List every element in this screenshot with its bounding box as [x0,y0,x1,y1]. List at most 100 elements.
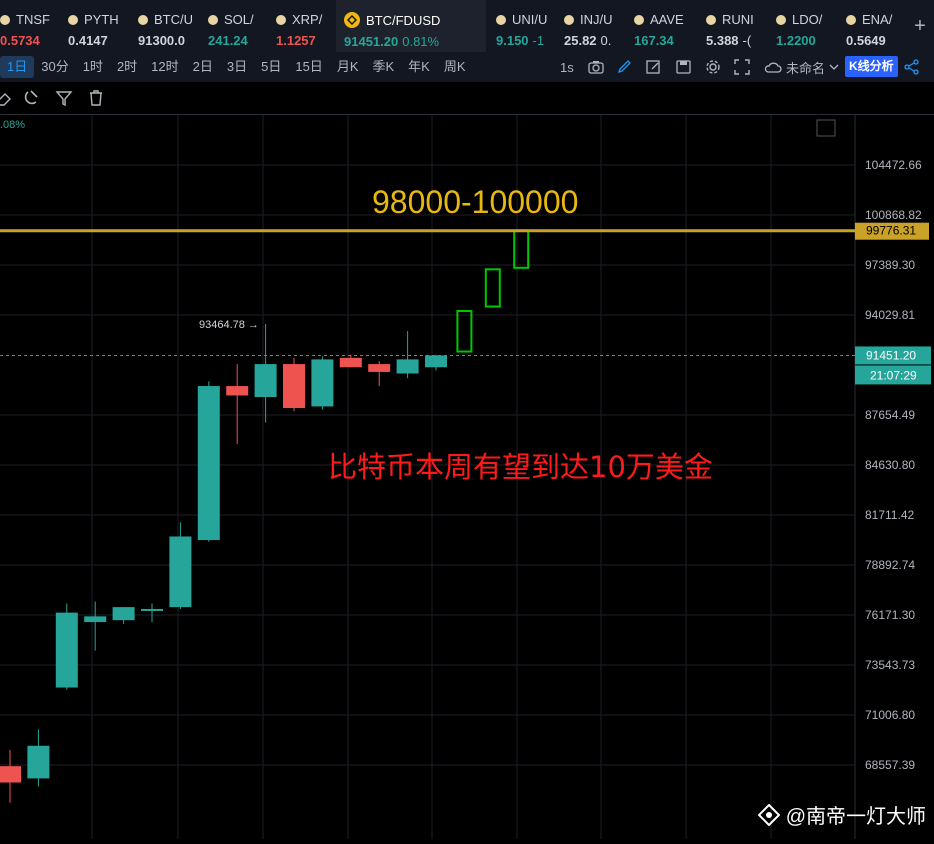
candle-body[interactable] [396,359,419,374]
candle-body[interactable] [368,364,391,372]
ticker-xrp[interactable]: XRP/1.1257 [268,0,336,52]
price-axis-tick: 94029.81 [865,308,915,322]
target-range-annotation: 98000-100000 [372,184,578,220]
candle-body[interactable] [197,386,220,541]
trash-icon[interactable] [86,88,106,108]
projection-candle [456,309,473,353]
projection-candle [484,268,501,308]
timeframe-2时[interactable]: 2时 [110,56,144,78]
timeframe-周K[interactable]: 周K [437,56,473,78]
ticker-price: 167.34 [634,33,674,48]
price-axis-tick: 100868.82 [865,208,922,222]
ticker-ena[interactable]: ENA/0.5649 [838,0,906,52]
candle-body[interactable] [141,608,163,611]
ticker-symbol: AAVE [650,12,684,27]
ticker-symbol: LDO/ [792,12,823,27]
layout-name-dropdown[interactable]: 未命名 [764,52,839,82]
ticker-ldo[interactable]: LDO/1.2200 [768,0,838,52]
share-icon[interactable] [904,59,920,75]
ticker-symbol: PYTH [84,12,119,27]
coin-icon [208,14,218,25]
timeframe-15日[interactable]: 15日 [288,56,329,78]
ticker-symbol: SOL/ [224,12,254,27]
save-icon[interactable] [676,60,692,74]
candle-body[interactable] [254,364,277,398]
candlestick-chart[interactable]: 104472.66 100868.82 97389.30 94029.81 87654.… [0,115,934,839]
candle-body[interactable] [283,364,305,409]
coin-icon [0,14,10,25]
candle-body[interactable] [84,616,107,623]
candle-body[interactable] [311,359,334,407]
ticker-btcu[interactable]: BTC/U 91300.0 [130,0,200,52]
timeframe-3日[interactable]: 3日 [220,56,254,78]
timeframe-list: 1日 30分 1时 2时 12时 2日 3日 5日 15日 月K 季K 年K 周K [0,56,473,78]
price-axis-tick: 71006.80 [865,708,915,722]
timeframe-月K[interactable]: 月K [330,56,366,78]
ticker-price: 241.24 [208,33,248,48]
ticker-runi[interactable]: RUNI 5.388 -( [698,0,768,52]
timeframe-1时[interactable]: 1时 [76,56,110,78]
chart-canvas[interactable]: 104472.66 100868.82 97389.30 94029.81 87654.… [0,115,934,839]
coin-icon [276,14,286,25]
candle-body[interactable] [112,607,135,621]
timeframe-年K[interactable]: 年K [401,56,437,78]
candle-body[interactable] [339,357,362,368]
timeframe-2日[interactable]: 2日 [186,56,220,78]
coin-icon [496,14,506,25]
ticker-price: 0.5649 [846,33,886,48]
ticker-change: -( [742,33,752,48]
candle-body[interactable] [55,612,78,688]
settings-gear-icon[interactable] [705,59,721,75]
coin-icon [776,14,786,25]
ticker-sol[interactable]: SOL/241.24 [200,0,268,52]
ticker-price: 9.150 -1 [496,33,545,48]
ticker-change: 0. [600,33,612,48]
timeframe-30分[interactable]: 30分 [34,56,75,78]
ticker-symbol: BTC/U [154,12,193,27]
pencil-icon[interactable] [617,60,633,74]
binance-logo-icon [344,12,360,28]
timeframe-季K[interactable]: 季K [365,56,401,78]
add-ticker-button[interactable]: + [906,0,934,52]
projection-candle [513,229,530,269]
ticker-change: -1 [532,33,545,48]
high-price-marker: 93464.78 → [199,319,259,331]
timeframe-5日[interactable]: 5日 [254,56,288,78]
candle-body[interactable] [169,536,192,608]
fullscreen-icon[interactable] [734,59,750,75]
ticker-aave[interactable]: AAVE 167.34 [626,0,698,52]
toutiao-logo-icon [757,803,780,826]
ticker-symbol: RUNI [722,12,754,27]
price-axis-tick: 68557.39 [865,758,915,772]
ticker-tnsf[interactable]: TNSF 0.5734 [0,0,60,52]
layout-name-label: 未命名 [786,60,826,76]
candle-body[interactable] [27,745,50,779]
magnet-icon[interactable] [22,88,42,108]
ticker-symbol: UNI/U [512,12,548,27]
ticker-uniu[interactable]: UNI/U 9.150 -1 [488,0,556,52]
candle-body[interactable] [0,766,21,783]
filter-icon[interactable] [54,88,74,108]
maximize-icon[interactable] [816,119,836,137]
edit-box-icon[interactable] [646,60,662,74]
price-axis-tick: 104472.66 [865,158,922,172]
eraser-icon[interactable] [0,88,14,108]
cloud-icon [764,62,782,73]
candle-body[interactable] [425,355,447,368]
camera-icon[interactable] [588,60,604,74]
ticker-inju[interactable]: INJ/U 25.82 0. [556,0,626,52]
coin-icon [706,14,716,25]
kline-analysis-button[interactable]: K线分析 [845,56,898,77]
timeframe-1日[interactable]: 1日 [0,56,35,78]
ticker-bar: TNSF 0.5734 PYTH 0.4147 BTC/U 91300.0 SOL/241.… [0,0,934,53]
ticker-price: 91300.0 [138,33,185,48]
ticker-pyth[interactable]: PYTH 0.4147 [60,0,130,52]
interval-selector[interactable]: 1s [560,52,574,82]
ticker-price: 91451.20 0.81% [344,34,440,49]
price-axis-tick: 78892.74 [865,558,915,572]
percent-change-label: .08% [0,119,25,131]
ticker-btcfdusd[interactable]: BTC/FDUSD 91451.20 0.81% [336,0,486,52]
price-axis-tick: 81711.42 [865,508,914,522]
timeframe-12时[interactable]: 12时 [144,56,185,78]
candle-body[interactable] [226,386,249,396]
